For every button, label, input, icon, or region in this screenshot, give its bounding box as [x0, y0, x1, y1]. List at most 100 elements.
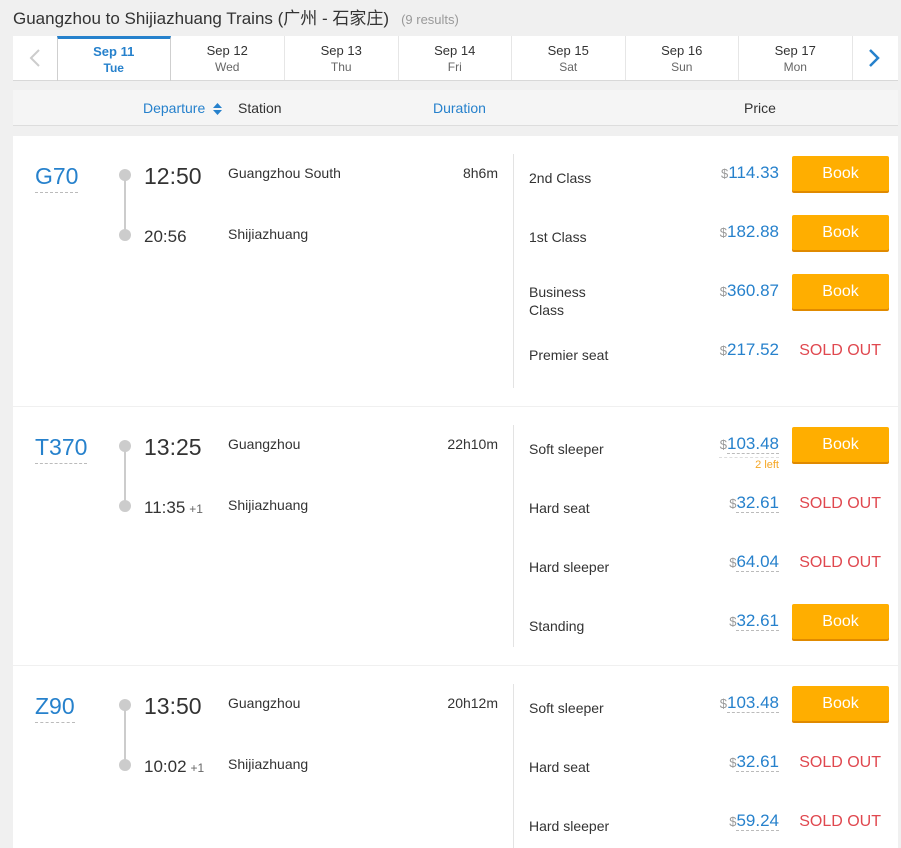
- seat-price: $59.24: [729, 811, 779, 831]
- column-station: Station: [238, 100, 282, 116]
- train-number[interactable]: Z90: [35, 692, 75, 723]
- seat-class: Hard sleeper: [529, 559, 610, 575]
- arrival-dot: [119, 759, 131, 771]
- seat-price: $32.61: [729, 752, 779, 772]
- price-amount: 182.88: [727, 222, 779, 241]
- trip-duration: 22h10m: [447, 436, 498, 452]
- currency-symbol: $: [719, 696, 727, 711]
- seat-price: $182.88: [720, 222, 779, 242]
- departure-station: Guangzhou: [228, 695, 301, 711]
- train-card: T370 13:25 11:35 +1 Guangzhou Shijiazhuang 22h…: [13, 407, 898, 665]
- book-button[interactable]: Book: [792, 604, 889, 639]
- seat-row: Business Class $360.87 Book: [529, 274, 889, 324]
- sold-out-label: SOLD OUT: [799, 813, 881, 830]
- seat-class: 2nd Class: [529, 170, 592, 186]
- weekday-label: Thu: [330, 60, 352, 74]
- seat-row: Hard sleeper $59.24 SOLD OUT: [529, 804, 889, 848]
- departure-time: 13:50: [144, 693, 202, 719]
- date-tab[interactable]: Sep 16 Sun: [624, 36, 739, 80]
- weekday-label: Mon: [783, 60, 807, 74]
- date-tab[interactable]: Sep 15 Sat: [511, 36, 625, 80]
- seat-row: Hard seat $32.61 SOLD OUT: [529, 486, 889, 536]
- book-button[interactable]: Book: [792, 156, 889, 191]
- trip-duration: 8h6m: [462, 165, 498, 181]
- seat-class: Hard seat: [529, 500, 590, 516]
- sort-departure[interactable]: Departure: [143, 100, 205, 116]
- arrival-time: 10:02 +1: [144, 757, 204, 778]
- date-label: Sep 14: [434, 43, 476, 58]
- route-line: [124, 445, 126, 503]
- arrival-station: Shijiazhuang: [228, 756, 309, 772]
- price-amount: 360.87: [727, 281, 779, 300]
- seat-price: $103.48: [720, 693, 779, 713]
- trip-duration: 20h12m: [447, 695, 498, 711]
- seat-row: Hard sleeper $64.04 SOLD OUT: [529, 545, 889, 595]
- chevron-left-icon: [29, 49, 40, 67]
- currency-symbol: $: [719, 225, 727, 240]
- date-label: Sep 11: [93, 44, 135, 59]
- book-button[interactable]: Book: [792, 427, 889, 462]
- seat-class: Hard seat: [529, 759, 590, 775]
- weekday-label: Sun: [671, 60, 693, 74]
- arrival-time-value: 11:35: [144, 498, 186, 517]
- book-button[interactable]: Book: [792, 686, 889, 721]
- seat-row: Hard seat $32.61 SOLD OUT: [529, 745, 889, 795]
- seat-class: Standing: [529, 618, 585, 634]
- prev-date-button[interactable]: [13, 36, 57, 80]
- arrival-dot: [119, 229, 131, 241]
- seat-price: $360.87: [720, 281, 779, 301]
- arrival-station: Shijiazhuang: [228, 226, 309, 242]
- train-number[interactable]: T370: [35, 433, 88, 464]
- date-tab[interactable]: Sep 14 Fri: [397, 36, 512, 80]
- price-amount: 64.04: [736, 552, 779, 572]
- seat-row: Soft sleeper $103.48 2 left Book: [529, 427, 889, 477]
- train-card: G70 12:50 20:56 Guangzhou South Shijiazhuang…: [13, 136, 898, 406]
- book-button[interactable]: Book: [792, 215, 889, 250]
- weekday-label: Sat: [559, 60, 578, 74]
- seat-class: Soft sleeper: [529, 441, 604, 457]
- next-day-badge: +1: [189, 502, 203, 516]
- date-tab[interactable]: Sep 12 Wed: [171, 36, 285, 80]
- price-amount: 32.61: [736, 493, 779, 513]
- card-divider: [513, 425, 514, 647]
- date-tab-active[interactable]: Sep 11 Tue: [57, 36, 171, 81]
- departure-station: Guangzhou: [228, 436, 301, 452]
- column-header: Departure Station Duration Price: [13, 90, 898, 126]
- price-amount: 32.61: [736, 611, 779, 631]
- sold-out-label: SOLD OUT: [799, 342, 881, 359]
- card-divider: [513, 684, 514, 848]
- price-amount: 32.61: [736, 752, 779, 772]
- card-divider: [513, 154, 514, 388]
- date-tab[interactable]: Sep 13 Thu: [284, 36, 398, 80]
- sort-duration[interactable]: Duration: [433, 100, 486, 116]
- weekday-label: Fri: [447, 60, 462, 74]
- result-count: (9 results): [401, 12, 459, 27]
- train-number[interactable]: G70: [35, 162, 79, 193]
- sold-out-label: SOLD OUT: [799, 754, 881, 771]
- seat-class: Soft sleeper: [529, 700, 604, 716]
- train-card: Z90 13:50 10:02 +1 Guangzhou Shijiazhuang 20h1…: [13, 666, 898, 848]
- price-amount: 217.52: [727, 340, 779, 359]
- seat-class: Business Class: [529, 284, 586, 318]
- column-price: Price: [744, 100, 776, 116]
- arrival-station: Shijiazhuang: [228, 497, 309, 513]
- sold-out-label: SOLD OUT: [799, 495, 881, 512]
- seat-row: Premier seat $217.52 SOLD OUT: [529, 333, 889, 383]
- seat-price: $103.48: [720, 434, 779, 454]
- price-amount: 59.24: [736, 811, 779, 831]
- sort-icon[interactable]: [213, 102, 222, 118]
- next-date-button[interactable]: [851, 36, 896, 80]
- seat-class: 1st Class: [529, 229, 587, 245]
- seat-row: Standing $32.61 Book: [529, 604, 889, 654]
- price-amount: 114.33: [728, 163, 779, 182]
- weekday-label: Tue: [103, 61, 124, 75]
- seat-class: Premier seat: [529, 347, 609, 363]
- date-tab[interactable]: Sep 17 Mon: [738, 36, 852, 80]
- seat-class: Hard sleeper: [529, 818, 610, 834]
- date-label: Sep 12: [206, 43, 248, 58]
- sold-out-label: SOLD OUT: [799, 554, 881, 571]
- date-selector: Sep 11 Tue Sep 12 Wed Sep 13 Thu Sep 14 …: [13, 36, 898, 81]
- arrival-dot: [119, 500, 131, 512]
- currency-symbol: $: [719, 437, 727, 452]
- book-button[interactable]: Book: [792, 274, 889, 309]
